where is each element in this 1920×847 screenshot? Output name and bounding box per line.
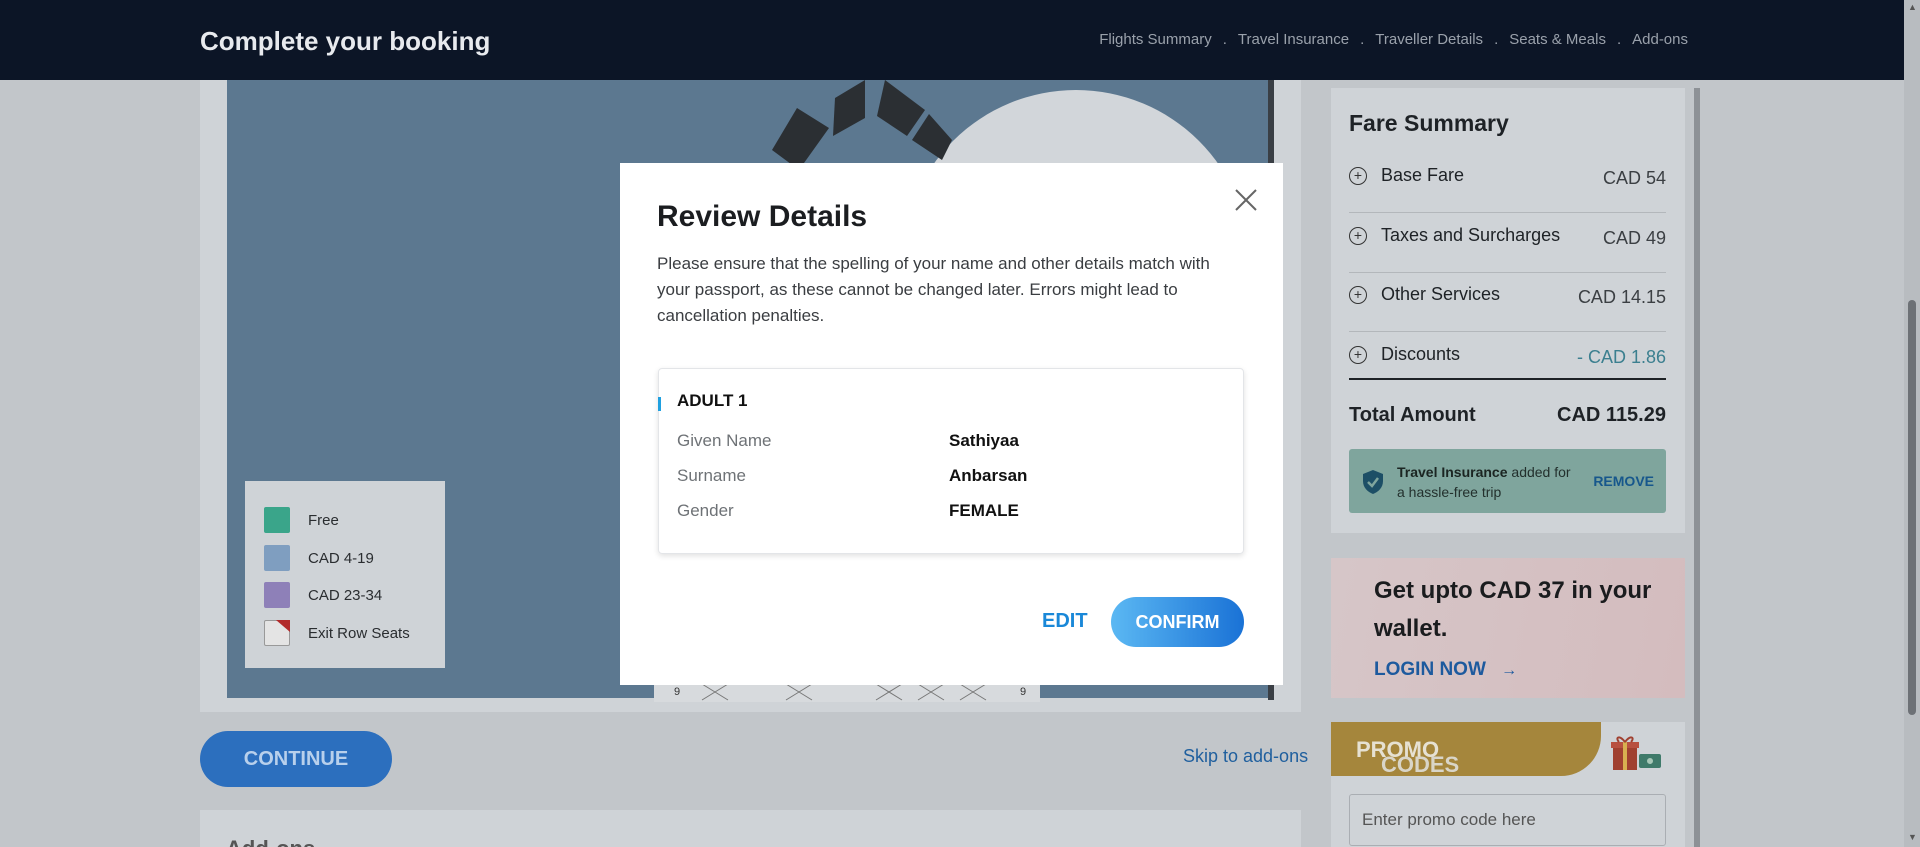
insurance-banner: Travel Insurance added for a hassle-free… xyxy=(1349,449,1666,513)
page-scrollbar[interactable]: ▲ ▼ xyxy=(1904,0,1920,847)
fare-label: Taxes and Surcharges xyxy=(1381,225,1561,245)
wallet-headline: Get upto CAD 37 in your wallet. xyxy=(1374,577,1652,642)
seat-row: 9 9 xyxy=(654,682,1040,702)
step-travel-insurance[interactable]: Travel Insurance xyxy=(1238,31,1349,48)
shield-check-icon xyxy=(1363,470,1383,494)
top-header: Complete your booking Flights Summary . … xyxy=(0,0,1920,80)
expand-plus-icon[interactable]: + xyxy=(1349,227,1367,245)
legend-item-cad-4-19: CAD 4-19 xyxy=(264,545,374,571)
step-separator: . xyxy=(1360,31,1365,48)
insurance-name: Travel Insurance xyxy=(1397,464,1508,480)
skip-to-addons-link[interactable]: Skip to add-ons xyxy=(1183,746,1308,767)
fare-scrollbar[interactable] xyxy=(1694,88,1700,847)
seat-unavailable-icon xyxy=(785,683,813,701)
fare-label: Base Fare xyxy=(1381,165,1465,185)
seat-legend: Free CAD 4-19 CAD 23-34 Exit Row Seats xyxy=(245,481,445,668)
confirm-button[interactable]: CONFIRM xyxy=(1111,597,1244,647)
expand-plus-icon[interactable]: + xyxy=(1349,167,1367,185)
scroll-up-icon[interactable]: ▲ xyxy=(1908,2,1917,12)
legend-swatch xyxy=(264,507,290,533)
legend-label: CAD 23-34 xyxy=(308,586,383,604)
legend-item-free: Free xyxy=(264,507,339,533)
wallet-promo-card: Get upto CAD 37 in your wallet. LOGIN NO… xyxy=(1331,558,1685,698)
exit-row-icon xyxy=(276,620,290,632)
row-number: 9 xyxy=(674,686,681,698)
field-label: Gender xyxy=(677,501,734,520)
legend-label: Free xyxy=(308,511,339,529)
step-flights-summary[interactable]: Flights Summary xyxy=(1099,31,1212,48)
continue-button[interactable]: CONTINUE xyxy=(200,731,392,787)
total-label: Total Amount xyxy=(1349,404,1476,426)
addons-title: Add-ons xyxy=(226,836,315,847)
addons-panel xyxy=(200,810,1301,847)
scrollbar-thumb[interactable] xyxy=(1908,300,1916,715)
scroll-down-icon[interactable]: ▼ xyxy=(1908,832,1917,842)
step-seats-meals[interactable]: Seats & Meals xyxy=(1509,31,1606,48)
gift-icon xyxy=(1611,736,1661,770)
expand-plus-icon[interactable]: + xyxy=(1349,286,1367,304)
booking-steps: Flights Summary . Travel Insurance . Tra… xyxy=(1099,31,1688,48)
fare-amount: - CAD 1.86 xyxy=(1576,347,1666,367)
total-amount: CAD 115.29 xyxy=(1557,404,1666,426)
fare-summary-title: Fare Summary xyxy=(1349,110,1509,136)
edit-button[interactable]: EDIT xyxy=(1042,610,1088,633)
step-add-ons[interactable]: Add-ons xyxy=(1632,31,1688,48)
legend-label: CAD 4-19 xyxy=(308,549,374,567)
fare-amount: CAD 14.15 xyxy=(1577,287,1666,307)
fare-row-discounts[interactable]: + Discounts - CAD 1.86 xyxy=(1349,332,1666,376)
step-traveller-details[interactable]: Traveller Details xyxy=(1375,31,1483,48)
expand-plus-icon[interactable]: + xyxy=(1349,346,1367,364)
login-now-link[interactable]: LOGIN NOW → xyxy=(1374,659,1517,681)
modal-description: Please ensure that the spelling of your … xyxy=(657,254,1210,325)
promo-codes-title: PROMO CODES xyxy=(1356,737,1459,777)
row-number: 9 xyxy=(1020,686,1027,698)
legend-item-exit-row: Exit Row Seats xyxy=(264,620,410,646)
card-accent-bar xyxy=(658,397,661,411)
promo-codes-header: PROMO CODES xyxy=(1331,722,1601,777)
seat-unavailable-icon xyxy=(701,683,729,701)
legend-swatch xyxy=(264,545,290,571)
fare-row-other-services[interactable]: + Other Services CAD 14.15 xyxy=(1349,272,1666,332)
page-title: Complete your booking xyxy=(200,26,491,56)
exit-row-swatch xyxy=(264,620,290,646)
close-icon[interactable] xyxy=(1231,185,1261,215)
step-separator: . xyxy=(1616,31,1622,48)
aircraft-nose-icon xyxy=(772,80,952,170)
insurance-text: Travel Insurance added for a hassle-free… xyxy=(1397,462,1577,502)
step-separator: . xyxy=(1494,31,1499,48)
review-details-modal: Review Details Please ensure that the sp… xyxy=(620,163,1283,685)
fare-row-taxes[interactable]: + Taxes and Surcharges CAD 49 xyxy=(1349,213,1666,273)
passenger-card: ADULT 1 Given Name Sathiyaa Surname Anba… xyxy=(658,368,1244,554)
fare-row-base-fare[interactable]: + Base Fare CAD 54 xyxy=(1349,153,1666,213)
modal-title: Review Details xyxy=(657,200,868,233)
fare-label: Other Services xyxy=(1381,284,1501,304)
promo-code-input[interactable]: Enter promo code here xyxy=(1349,794,1666,846)
seat-unavailable-icon xyxy=(875,683,987,701)
field-value: FEMALE xyxy=(949,501,1019,520)
field-value: Sathiyaa xyxy=(949,431,1019,450)
promo-title-part: CODES xyxy=(1381,752,1460,777)
field-label: Given Name xyxy=(677,431,772,450)
legend-label: Exit Row Seats xyxy=(308,624,410,642)
remove-insurance-button[interactable]: REMOVE xyxy=(1593,473,1654,489)
fare-label: Discounts xyxy=(1381,344,1461,364)
fare-amount: CAD 49 xyxy=(1602,228,1666,248)
arrow-right-icon: → xyxy=(1501,662,1518,679)
legend-swatch xyxy=(264,582,290,608)
passenger-title: ADULT 1 xyxy=(677,391,748,410)
login-label: LOGIN NOW xyxy=(1374,659,1486,680)
fare-total: Total Amount CAD 115.29 xyxy=(1349,378,1666,426)
field-label: Surname xyxy=(677,466,746,485)
legend-item-cad-23-34: CAD 23-34 xyxy=(264,582,382,608)
step-separator: . xyxy=(1222,31,1227,48)
fare-amount: CAD 54 xyxy=(1602,168,1666,188)
field-value: Anbarsan xyxy=(949,466,1028,485)
